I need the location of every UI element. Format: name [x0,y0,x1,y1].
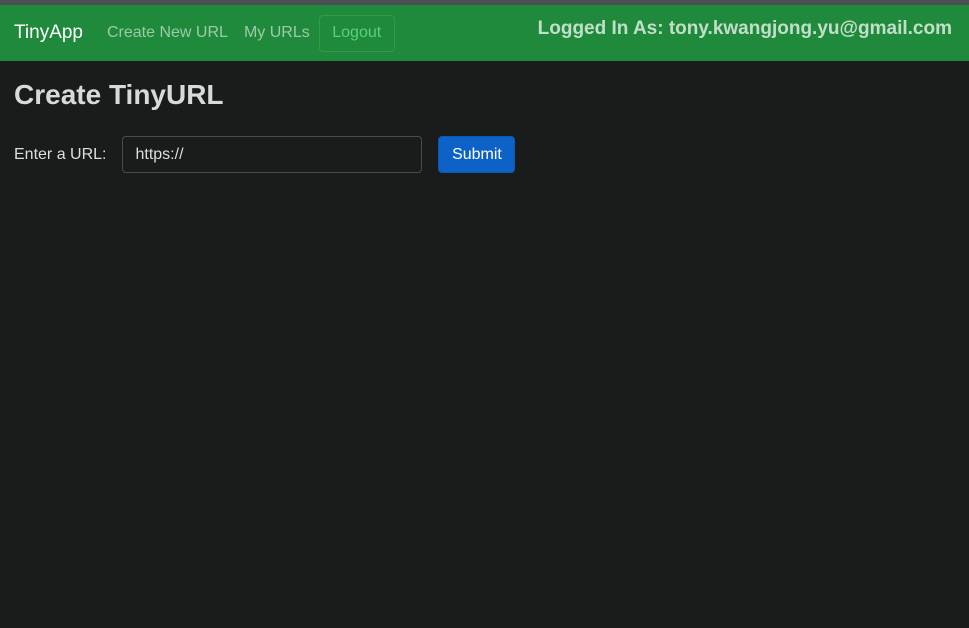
logged-in-status: Logged In As: tony.kwangjong.yu@gmail.co… [537,18,952,39]
brand-link[interactable]: TinyApp [14,22,83,44]
main-content: Create TinyURL Enter a URL: Submit [0,61,969,190]
nav-create-new-url[interactable]: Create New URL [107,24,228,42]
create-url-form: Enter a URL: Submit [14,136,955,173]
submit-button[interactable]: Submit [438,136,516,173]
navbar: TinyApp Create New URL My URLs Logout Lo… [0,5,969,61]
url-input[interactable] [122,136,423,173]
logout-button[interactable]: Logout [318,14,395,52]
url-label: Enter a URL: [14,145,107,163]
nav-my-urls[interactable]: My URLs [244,24,310,42]
page-title: Create TinyURL [14,79,224,110]
